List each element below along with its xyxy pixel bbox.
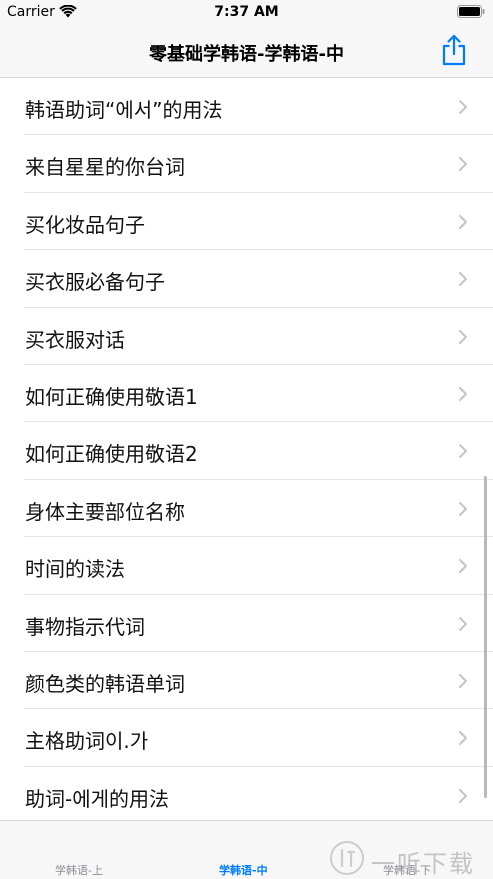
chevron-right-icon [459, 100, 467, 114]
chevron-right-icon [459, 444, 467, 459]
chevron-right-icon [459, 501, 467, 516]
chevron-right-icon [459, 731, 467, 746]
page-title: 零基础学韩语-学韩语-中 [149, 44, 344, 65]
list-item[interactable]: 来自星星的你台词 [0, 135, 493, 194]
list-item[interactable]: 主格助词이.가 [0, 709, 493, 768]
lesson-list: 韩语助词“에서”的用法 来自星星的你台词 买化妆品句子 买衣服必备句子 买衣服对话如何正… [0, 78, 493, 820]
watermark: 一听下载 [329, 838, 489, 878]
chevron-right-icon [459, 559, 467, 574]
app-screen: Carrier 7:37 AM 零基础学韩语-学韩语-中 韩语助词“에서”的用法… [0, 0, 493, 879]
list-item[interactable]: 如何正确使用敬语1 [0, 365, 493, 423]
list-item-label: 来自星星的你台词 [25, 155, 185, 180]
list-item-label: 颜色类的韩语单词 [25, 671, 185, 696]
scroll-indicator[interactable] [484, 476, 487, 798]
list-item-label: 助词-에게的用法 [25, 786, 170, 811]
chevron-right-icon [459, 386, 467, 401]
list-item-label: 时间的读法 [25, 557, 125, 582]
list-item-label: 如何正确使用敬语2 [25, 442, 198, 467]
list-item[interactable]: 买衣服必备句子 [0, 250, 493, 308]
list-item[interactable]: 助词-에게的用法 [0, 767, 493, 820]
clock: 7:37 AM [214, 4, 279, 20]
chevron-right-icon [459, 214, 467, 229]
list-item[interactable]: 身体主要部位名称 [0, 480, 493, 538]
chevron-right-icon [459, 788, 467, 803]
list-item-label: 买衣服必备句子 [25, 270, 165, 295]
watermark-text: 一听下载 [371, 850, 475, 878]
chevron-right-icon [459, 329, 467, 344]
chevron-right-icon [459, 673, 467, 688]
watermark-logo-icon [330, 841, 364, 875]
list-item-label: 主格助词이.가 [25, 729, 149, 754]
list-item[interactable]: 买衣服对话 [0, 308, 493, 366]
list-item-label: 韩语助词“에서”的用法 [25, 98, 223, 122]
chevron-right-icon [459, 272, 467, 287]
list-item-label: 事物指示代词 [25, 614, 145, 639]
navigation-bar: 零基础学韩语-学韩语-中 [0, 24, 493, 78]
list-item-label: 身体主要部位名称 [25, 499, 185, 524]
list-item-label: 如何正确使用敬语1 [25, 384, 198, 409]
list-item-label: 买衣服对话 [25, 327, 125, 352]
list-item[interactable]: 韩语助词“에서”的用法 [0, 78, 493, 136]
chevron-right-icon [459, 616, 467, 631]
chevron-right-icon [459, 157, 467, 172]
list-item[interactable]: 如何正确使用敬语2 [0, 422, 493, 481]
battery-icon [457, 5, 485, 18]
list-item[interactable]: 买化妆品句子 [0, 193, 493, 251]
list-item[interactable]: 事物指示代词 [0, 595, 493, 653]
list-item-label: 买化妆品句子 [25, 212, 145, 237]
tab-upper[interactable]: 学韩语-上 [55, 862, 103, 878]
list-item[interactable]: 颜色类的韩语单词 [0, 652, 493, 710]
tab-middle[interactable]: 学韩语-中 [219, 862, 268, 878]
list-item[interactable]: 时间的读法 [0, 537, 493, 595]
share-icon[interactable] [440, 34, 468, 66]
status-bar: Carrier 7:37 AM [0, 0, 493, 24]
